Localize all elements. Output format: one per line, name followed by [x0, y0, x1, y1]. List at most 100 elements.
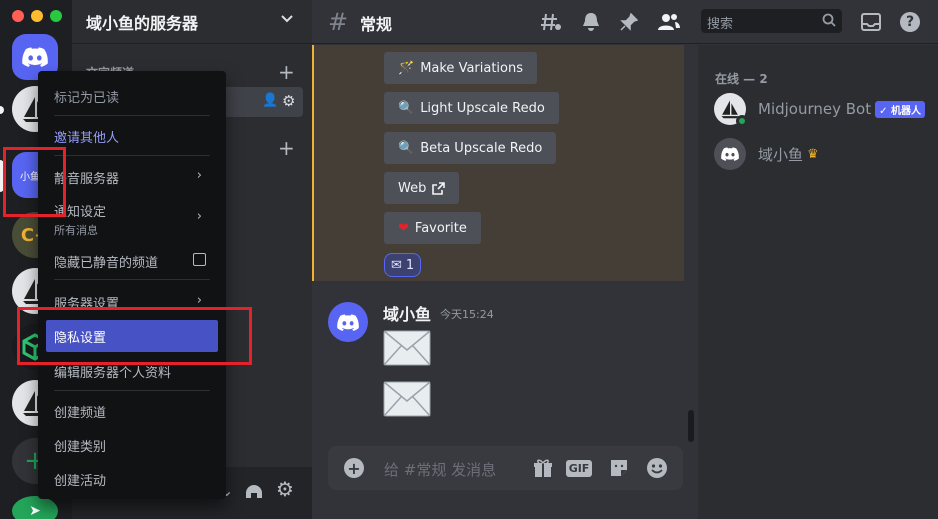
gear-icon[interactable]: ⚙: [282, 92, 295, 110]
compass-icon: ➤: [29, 503, 41, 519]
menu-separator: [54, 115, 210, 116]
button-label: Favorite: [414, 220, 467, 236]
gif-label: GIF: [565, 459, 593, 477]
headphones-icon[interactable]: [244, 481, 264, 501]
help-icon[interactable]: ?: [899, 11, 921, 33]
menu-label: 隐藏已静音的频道: [54, 256, 159, 271]
menu-item-hide-muted[interactable]: 隐藏已静音的频道: [46, 252, 218, 271]
add-voice-channel-icon[interactable]: +: [278, 136, 295, 160]
menu-sublabel: 所有消息: [54, 224, 98, 237]
member-list-icon[interactable]: [658, 11, 680, 33]
magnifier-icon: 🔍: [398, 140, 415, 156]
composer-placeholder: 给 #常规 发消息: [384, 461, 497, 479]
gift-icon[interactable]: [532, 457, 554, 479]
gif-button[interactable]: GIF: [565, 457, 593, 479]
checkbox[interactable]: [193, 253, 206, 266]
invite-member-icon[interactable]: 👤: [262, 93, 278, 108]
menu-item-invite[interactable]: 邀请其他人: [46, 127, 218, 146]
external-link-icon: [432, 181, 446, 195]
zoom-window-button[interactable]: [50, 10, 62, 22]
menu-label: 标记为已读: [54, 91, 120, 106]
favorite-button[interactable]: ❤ Favorite: [384, 212, 481, 244]
menu-item-mark-read[interactable]: 标记为已读: [46, 87, 218, 106]
menu-item-create-event[interactable]: 创建活动: [46, 470, 218, 489]
chat-scrollbar[interactable]: [688, 410, 694, 442]
menu-separator: [54, 279, 210, 280]
discord-logo-icon: [721, 147, 739, 161]
highlighted-message: 🪄 Make Variations 🔍 Light Upscale Redo 🔍…: [312, 45, 684, 281]
menu-label: 创建类别: [54, 440, 107, 455]
search-input[interactable]: 搜索: [701, 9, 842, 33]
crown-icon: ♛: [807, 146, 819, 162]
unread-pill: [0, 106, 4, 114]
menu-item-notification-settings[interactable]: 通知设定 所有消息 ›: [46, 201, 218, 238]
channel-item-selected[interactable]: 👤 ⚙: [220, 87, 303, 117]
discord-logo-icon: [22, 47, 48, 67]
notification-bell-icon[interactable]: [580, 11, 602, 33]
user-settings-gear-icon[interactable]: ⚙: [276, 477, 294, 501]
beta-upscale-redo-button[interactable]: 🔍 Beta Upscale Redo: [384, 132, 557, 164]
member-name: Midjourney Bot: [758, 100, 872, 118]
reaction-count: 1: [405, 257, 415, 273]
search-icon: [822, 13, 836, 27]
message-author[interactable]: 域小鱼: [383, 301, 431, 325]
author-avatar[interactable]: [328, 302, 368, 342]
button-label: Beta Upscale Redo: [420, 140, 543, 156]
menu-label: 创建频道: [54, 406, 107, 421]
bot-avatar: [714, 93, 748, 127]
add-channel-icon[interactable]: +: [278, 60, 295, 84]
sticker-icon[interactable]: [608, 457, 630, 479]
message-list: 🪄 Make Variations 🔍 Light Upscale Redo 🔍…: [312, 45, 698, 445]
upload-plus-button[interactable]: +: [344, 458, 364, 478]
bot-tag: ✓ 机器人: [875, 100, 925, 118]
message-timestamp: 今天15:24: [440, 308, 494, 321]
server-context-menu: 标记为已读 邀请其他人 静音服务器 › 通知设定 所有消息 › 隐藏已静音的频道 …: [38, 71, 226, 499]
chevron-right-icon: ›: [196, 209, 202, 224]
envelope-icon: ✉: [391, 257, 402, 273]
online-status-dot: [736, 115, 748, 127]
search-placeholder: 搜索: [707, 17, 734, 32]
threads-icon[interactable]: [540, 11, 562, 33]
menu-label: 编辑服务器个人资料: [54, 366, 172, 381]
reaction-chip[interactable]: ✉ 1: [384, 253, 422, 277]
minimize-window-button[interactable]: [31, 10, 43, 22]
annotation-box-privacy: [17, 307, 252, 365]
online-section-header: 在线 — 2: [715, 72, 768, 86]
chevron-right-icon: ›: [196, 293, 202, 308]
web-link-button[interactable]: Web: [384, 172, 460, 204]
guild-name: 域小鱼的服务器: [86, 13, 199, 33]
chat-header: # 常规 搜索 ?: [312, 0, 938, 44]
guild-header[interactable]: 域小鱼的服务器: [72, 0, 312, 44]
emoji-icon[interactable]: [646, 457, 668, 479]
envelope-emoji-2: [383, 381, 431, 417]
pin-icon[interactable]: [618, 11, 640, 33]
chevron-down-icon: [281, 15, 293, 23]
menu-label: 邀请其他人: [54, 131, 120, 146]
menu-item-create-category[interactable]: 创建类别: [46, 436, 218, 455]
hashtag-icon: #: [328, 8, 349, 36]
annotation-box-server: [3, 147, 66, 217]
magnifier-icon: 🔍: [398, 100, 415, 116]
message-composer[interactable]: + 给 #常规 发消息 GIF: [328, 446, 683, 490]
menu-item-create-channel[interactable]: 创建频道: [46, 402, 218, 421]
channel-title: 常规: [360, 15, 393, 34]
menu-separator: [54, 390, 210, 391]
close-window-button[interactable]: [12, 10, 24, 22]
discord-logo-icon: [337, 313, 359, 331]
inbox-icon[interactable]: [860, 11, 882, 33]
button-label: Make Variations: [420, 60, 524, 76]
explore-servers-button[interactable]: ➤: [12, 496, 58, 519]
user-avatar: [714, 138, 746, 170]
menu-label: 创建活动: [54, 474, 107, 489]
heart-icon: ❤: [398, 220, 409, 236]
make-variations-button[interactable]: 🪄 Make Variations: [384, 52, 538, 84]
member-item-bot[interactable]: Midjourney Bot ✓ 机器人: [714, 91, 925, 127]
menu-item-mute-server[interactable]: 静音服务器 ›: [46, 168, 218, 187]
member-list: 在线 — 2 Midjourney Bot ✓ 机器人 域小鱼 ♛: [698, 45, 938, 519]
member-item-owner[interactable]: 域小鱼 ♛: [714, 136, 819, 172]
menu-separator: [54, 155, 210, 156]
button-label: Web: [398, 180, 427, 196]
light-upscale-redo-button[interactable]: 🔍 Light Upscale Redo: [384, 92, 559, 124]
envelope-emoji-1: [383, 330, 431, 366]
magic-wand-icon: 🪄: [398, 60, 415, 76]
